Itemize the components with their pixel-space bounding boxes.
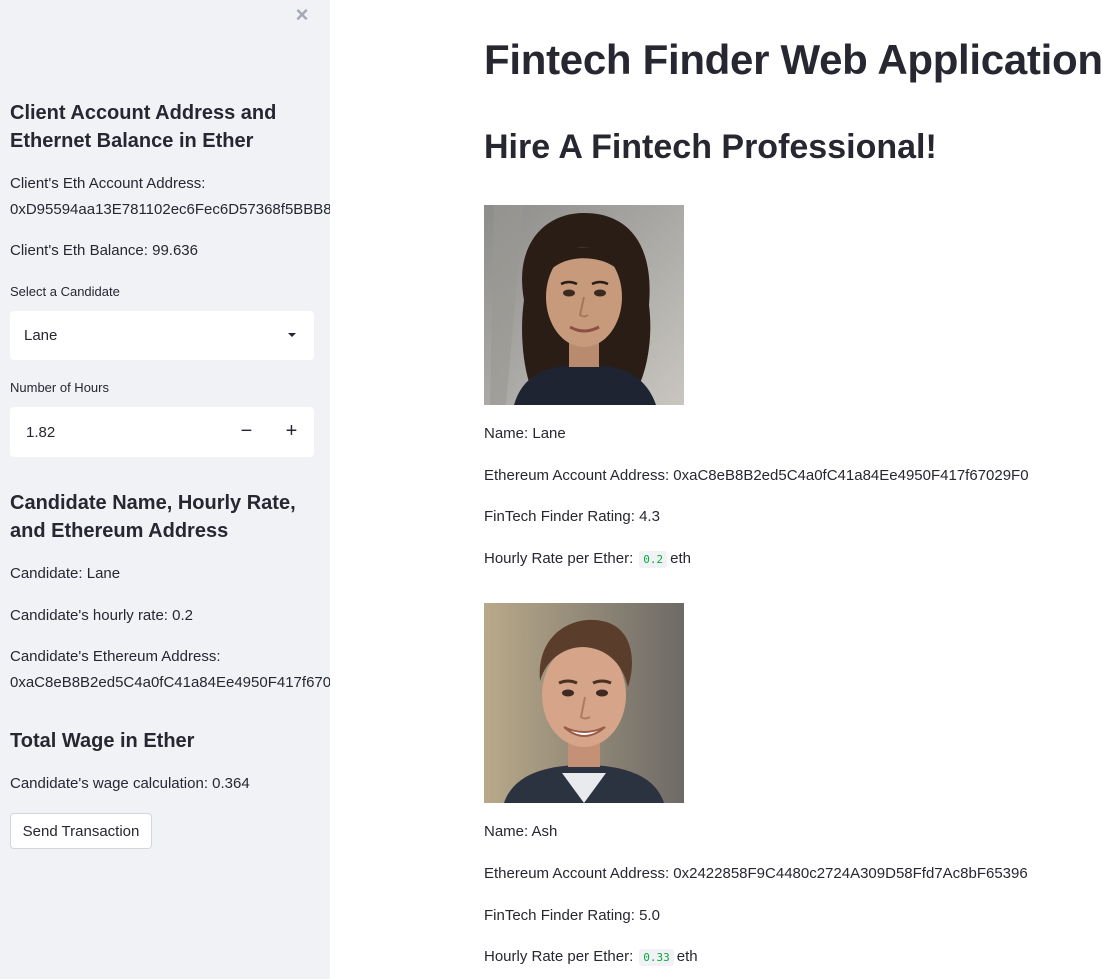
candidate-select[interactable]: Lane [10,311,314,360]
rate-suffix: eth [670,550,691,567]
candidate-photo-ash [484,603,684,803]
sidebar: × Client Account Address and Ethernet Ba… [0,0,330,979]
hours-label: Number of Hours [10,380,109,395]
candidate-select-value: Lane [24,327,58,344]
client-address-label: Client's Eth Account Address: [10,175,206,192]
hours-number-input: − + [10,407,314,457]
page-title: Fintech Finder Web Application [484,36,1103,83]
client-balance: Client's Eth Balance: 99.636 [10,242,198,259]
client-account-heading: Client Account Address and Ethernet Bala… [10,102,277,152]
candidate-rate: Hourly Rate per Ether: 0.33 eth [484,944,698,970]
candidate-name: Name: Lane [484,425,566,442]
chevron-down-icon [288,333,296,337]
rate-prefix: Hourly Rate per Ether: [484,948,634,965]
rate-value-code: 0.2 [639,551,668,568]
candidate-address: Ethereum Account Address: 0xaC8eB8B2ed5C… [484,467,1029,484]
candidate-info-heading: Candidate Name, Hourly Rate, and Ethereu… [10,492,296,542]
rate-prefix: Hourly Rate per Ether: [484,550,634,567]
send-transaction-button[interactable]: Send Transaction [10,813,152,849]
candidate-photo-lane [484,205,684,405]
candidate-address: Ethereum Account Address: 0x2422858F9C44… [484,865,1028,882]
decrement-button[interactable]: − [224,407,269,457]
candidate-address-label: Candidate's Ethereum Address: [10,648,221,665]
client-address-value: 0xD95594aa13E781102ec6Fec6D57368f5BBB858 [10,201,330,218]
candidate-name: Candidate: Lane [10,565,121,582]
hours-input[interactable] [10,407,224,457]
candidate-rate: Hourly Rate per Ether: 0.2 eth [484,546,691,572]
select-candidate-label: Select a Candidate [10,284,120,299]
page-subtitle: Hire A Fintech Professional! [484,128,937,166]
increment-button[interactable]: + [269,407,314,457]
candidate-address-value: 0xaC8eB8B2ed5C4a0fC41a84Ee4950F417f67029… [10,674,330,691]
rate-suffix: eth [676,948,698,965]
wage-calculation: Candidate's wage calculation: 0.364 [10,775,250,792]
candidate-name: Name: Ash [484,823,558,840]
main-content: Fintech Finder Web Application Hire A Fi… [330,0,1115,979]
candidate-hourly-rate: Candidate's hourly rate: 0.2 [10,607,193,624]
total-wage-heading: Total Wage in Ether [10,730,195,752]
candidate-rating: FinTech Finder Rating: 5.0 [484,907,660,924]
close-icon[interactable]: × [292,4,312,26]
candidate-rating: FinTech Finder Rating: 4.3 [484,508,660,525]
rate-value-code: 0.33 [639,949,674,966]
